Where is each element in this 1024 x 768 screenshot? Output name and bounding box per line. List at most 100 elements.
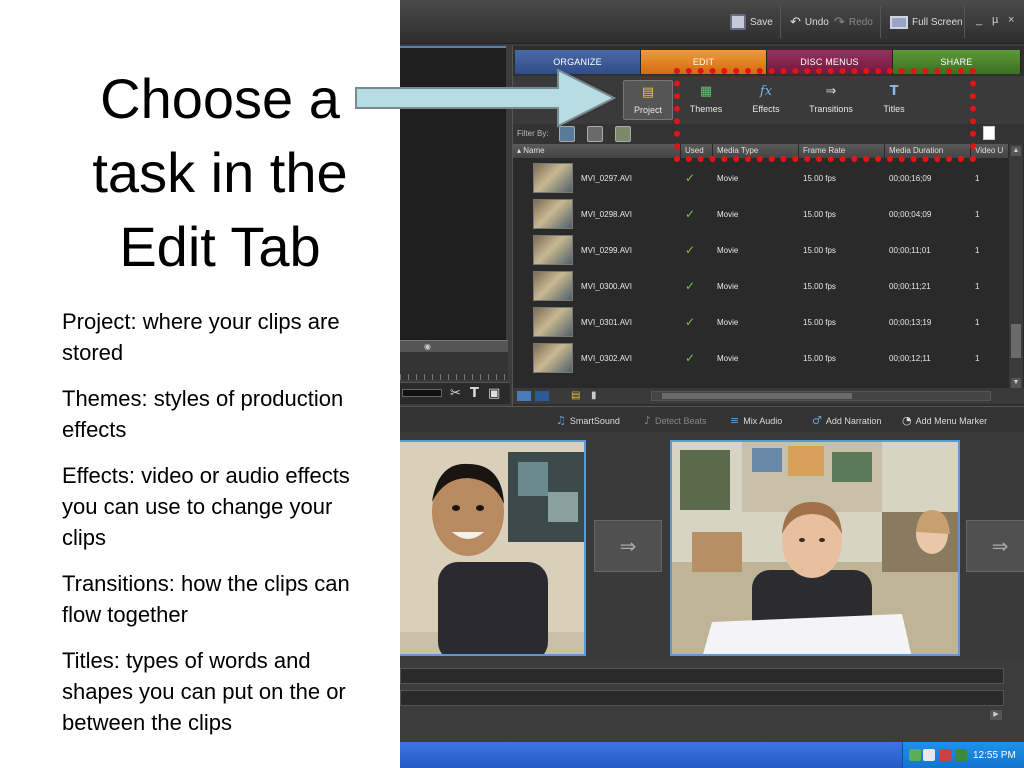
clip-thumbnail xyxy=(533,235,573,265)
frame-rate: 15.00 fps xyxy=(803,173,836,183)
detect-beats-button[interactable]: ♪ Detect Beats xyxy=(644,414,707,427)
new-item-icon[interactable] xyxy=(983,126,995,140)
table-row[interactable]: MVI_0299.AVI ✓ Movie 15.00 fps 00;00;11;… xyxy=(513,232,1009,268)
video-usage: 1 xyxy=(975,353,980,363)
narration-track[interactable] xyxy=(400,668,1004,684)
detect-beats-icon: ♪ xyxy=(644,414,652,427)
frame-rate: 15.00 fps xyxy=(803,281,836,291)
text-tool-icon[interactable]: T xyxy=(470,386,479,401)
add-narration-button[interactable]: ♂ Add Narration xyxy=(812,414,881,427)
table-row[interactable]: MVI_0302.AVI ✓ Movie 15.00 fps 00;00;12;… xyxy=(513,340,1009,376)
media-type: Movie xyxy=(717,173,739,183)
full-screen-button[interactable]: Full Screen xyxy=(890,12,963,32)
undo-button[interactable]: ↶ Undo xyxy=(790,12,829,32)
used-check-icon: ✓ xyxy=(685,315,696,329)
table-row[interactable]: MVI_0297.AVI ✓ Movie 15.00 fps 00;00;16;… xyxy=(513,160,1009,196)
new-folder-icon[interactable]: ▤ xyxy=(571,390,580,401)
bullet-themes: Themes: styles of production effects xyxy=(62,386,344,442)
clip-name: MVI_0299.AVI xyxy=(581,245,632,255)
bullet-titles: Titles: types of words and shapes you ca… xyxy=(62,648,346,735)
folder-icon: ▤ xyxy=(641,85,655,100)
callout-arrow-icon xyxy=(355,68,617,128)
save-button[interactable]: Save xyxy=(730,12,773,32)
transition-slot[interactable]: ⇒ xyxy=(966,520,1024,572)
slide-title-line: Edit Tab xyxy=(119,215,321,278)
frame-rate: 15.00 fps xyxy=(803,209,836,219)
media-type: Movie xyxy=(717,281,739,291)
filter-label: Filter By: xyxy=(517,129,549,138)
clip-name: MVI_0301.AVI xyxy=(581,317,632,327)
add-menu-marker-label: Add Menu Marker xyxy=(915,415,988,426)
undo-icon: ↶ xyxy=(790,14,801,30)
slide-title-line: Choose a xyxy=(100,67,340,130)
trash-icon[interactable]: ▮ xyxy=(591,390,597,401)
project-button[interactable]: ▤ Project xyxy=(623,80,673,120)
used-check-icon: ✓ xyxy=(685,351,696,365)
audio-icon[interactable] xyxy=(923,749,935,761)
horizontal-scrollbar[interactable] xyxy=(651,391,991,401)
top-toolbar: Save ↶ Undo ↷ Redo Full Screen _ µ × xyxy=(400,0,1024,44)
undo-label: Undo xyxy=(804,16,829,28)
system-tray: 12:55 PM xyxy=(902,742,1024,768)
clip-thumbnail-boy-classroom[interactable] xyxy=(670,440,960,656)
add-menu-marker-button[interactable]: ◔ Add Menu Marker xyxy=(902,414,987,427)
media-duration: 00;00;11;01 xyxy=(889,245,931,255)
update-icon[interactable] xyxy=(955,749,967,761)
security-icon[interactable] xyxy=(939,749,951,761)
clip-thumbnail xyxy=(533,271,573,301)
table-row[interactable]: MVI_0301.AVI ✓ Movie 15.00 fps 00;00;13;… xyxy=(513,304,1009,340)
bullet-effects: Effects: video or audio effects you can … xyxy=(62,463,350,550)
scroll-up-icon[interactable]: ▲ xyxy=(1011,146,1021,156)
close-button[interactable]: × xyxy=(1008,14,1014,26)
network-icon[interactable] xyxy=(909,749,921,761)
redo-label: Redo xyxy=(848,16,873,28)
microphone-icon: ♂ xyxy=(812,414,822,427)
restore-button[interactable]: µ xyxy=(992,14,998,26)
column-header[interactable]: ▴ Name xyxy=(513,144,681,158)
slide-title-line: task in the xyxy=(92,141,348,204)
monitor-timeline-ruler xyxy=(400,352,508,380)
scroll-down-icon[interactable]: ▼ xyxy=(1011,378,1021,388)
redo-button[interactable]: ↷ Redo xyxy=(834,12,873,32)
toolbar-divider xyxy=(880,6,881,38)
transition-slot[interactable]: ⇒ xyxy=(594,520,662,572)
clip-thumbnail xyxy=(533,307,573,337)
mixer-icon: ≡ xyxy=(730,414,740,427)
smartsound-button[interactable]: ♫ SmartSound xyxy=(556,414,620,427)
clip-name: MVI_0298.AVI xyxy=(581,209,632,219)
camera-icon[interactable]: ▣ xyxy=(488,386,500,401)
media-table: ▴ Name Used Media Type Frame Rate Media … xyxy=(513,144,1024,390)
highlight-task-buttons xyxy=(674,68,976,162)
vertical-scrollbar[interactable]: ▲ ▼ xyxy=(1009,144,1023,390)
minimize-button[interactable]: _ xyxy=(976,14,982,26)
table-row[interactable]: MVI_0300.AVI ✓ Movie 15.00 fps 00;00;11;… xyxy=(513,268,1009,304)
scroll-thumb[interactable] xyxy=(662,393,852,399)
clip-thumbnail xyxy=(533,199,573,229)
clip-thumbnail-boy-smiling[interactable] xyxy=(400,440,586,656)
scroll-thumb[interactable] xyxy=(1011,324,1021,358)
video-usage: 1 xyxy=(975,281,980,291)
scroll-right-icon[interactable]: ▶ xyxy=(990,710,1002,720)
mix-audio-button[interactable]: ≡ Mix Audio xyxy=(730,414,782,427)
add-narration-label: Add Narration xyxy=(825,415,882,426)
clip-name: MVI_0302.AVI xyxy=(581,353,632,363)
list-view-icon[interactable] xyxy=(517,391,531,401)
soundtrack-track[interactable] xyxy=(400,690,1004,706)
media-duration: 00;00;11;21 xyxy=(889,281,931,291)
table-row[interactable]: MVI_0298.AVI ✓ Movie 15.00 fps 00;00;04;… xyxy=(513,196,1009,232)
video-usage: 1 xyxy=(975,173,980,183)
scissors-icon[interactable]: ✂ xyxy=(450,386,461,401)
used-check-icon: ✓ xyxy=(685,207,696,221)
used-check-icon: ✓ xyxy=(685,279,696,293)
toolbar-divider xyxy=(964,6,965,38)
smartsound-icon: ♫ xyxy=(556,414,566,427)
monitor-scrub-bar[interactable]: ◉ xyxy=(400,340,508,352)
audio-track-area: ▶ xyxy=(400,660,1024,742)
frame-rate: 15.00 fps xyxy=(803,317,836,327)
zoom-slider[interactable] xyxy=(402,389,442,397)
storyboard-toolbar: ♫ SmartSound ♪ Detect Beats ≡ Mix Audio … xyxy=(400,406,1024,432)
column-header[interactable]: Video U xyxy=(971,144,1009,158)
media-type: Movie xyxy=(717,245,739,255)
detect-beats-label: Detect Beats xyxy=(655,415,707,426)
icon-view-icon[interactable] xyxy=(535,391,549,401)
